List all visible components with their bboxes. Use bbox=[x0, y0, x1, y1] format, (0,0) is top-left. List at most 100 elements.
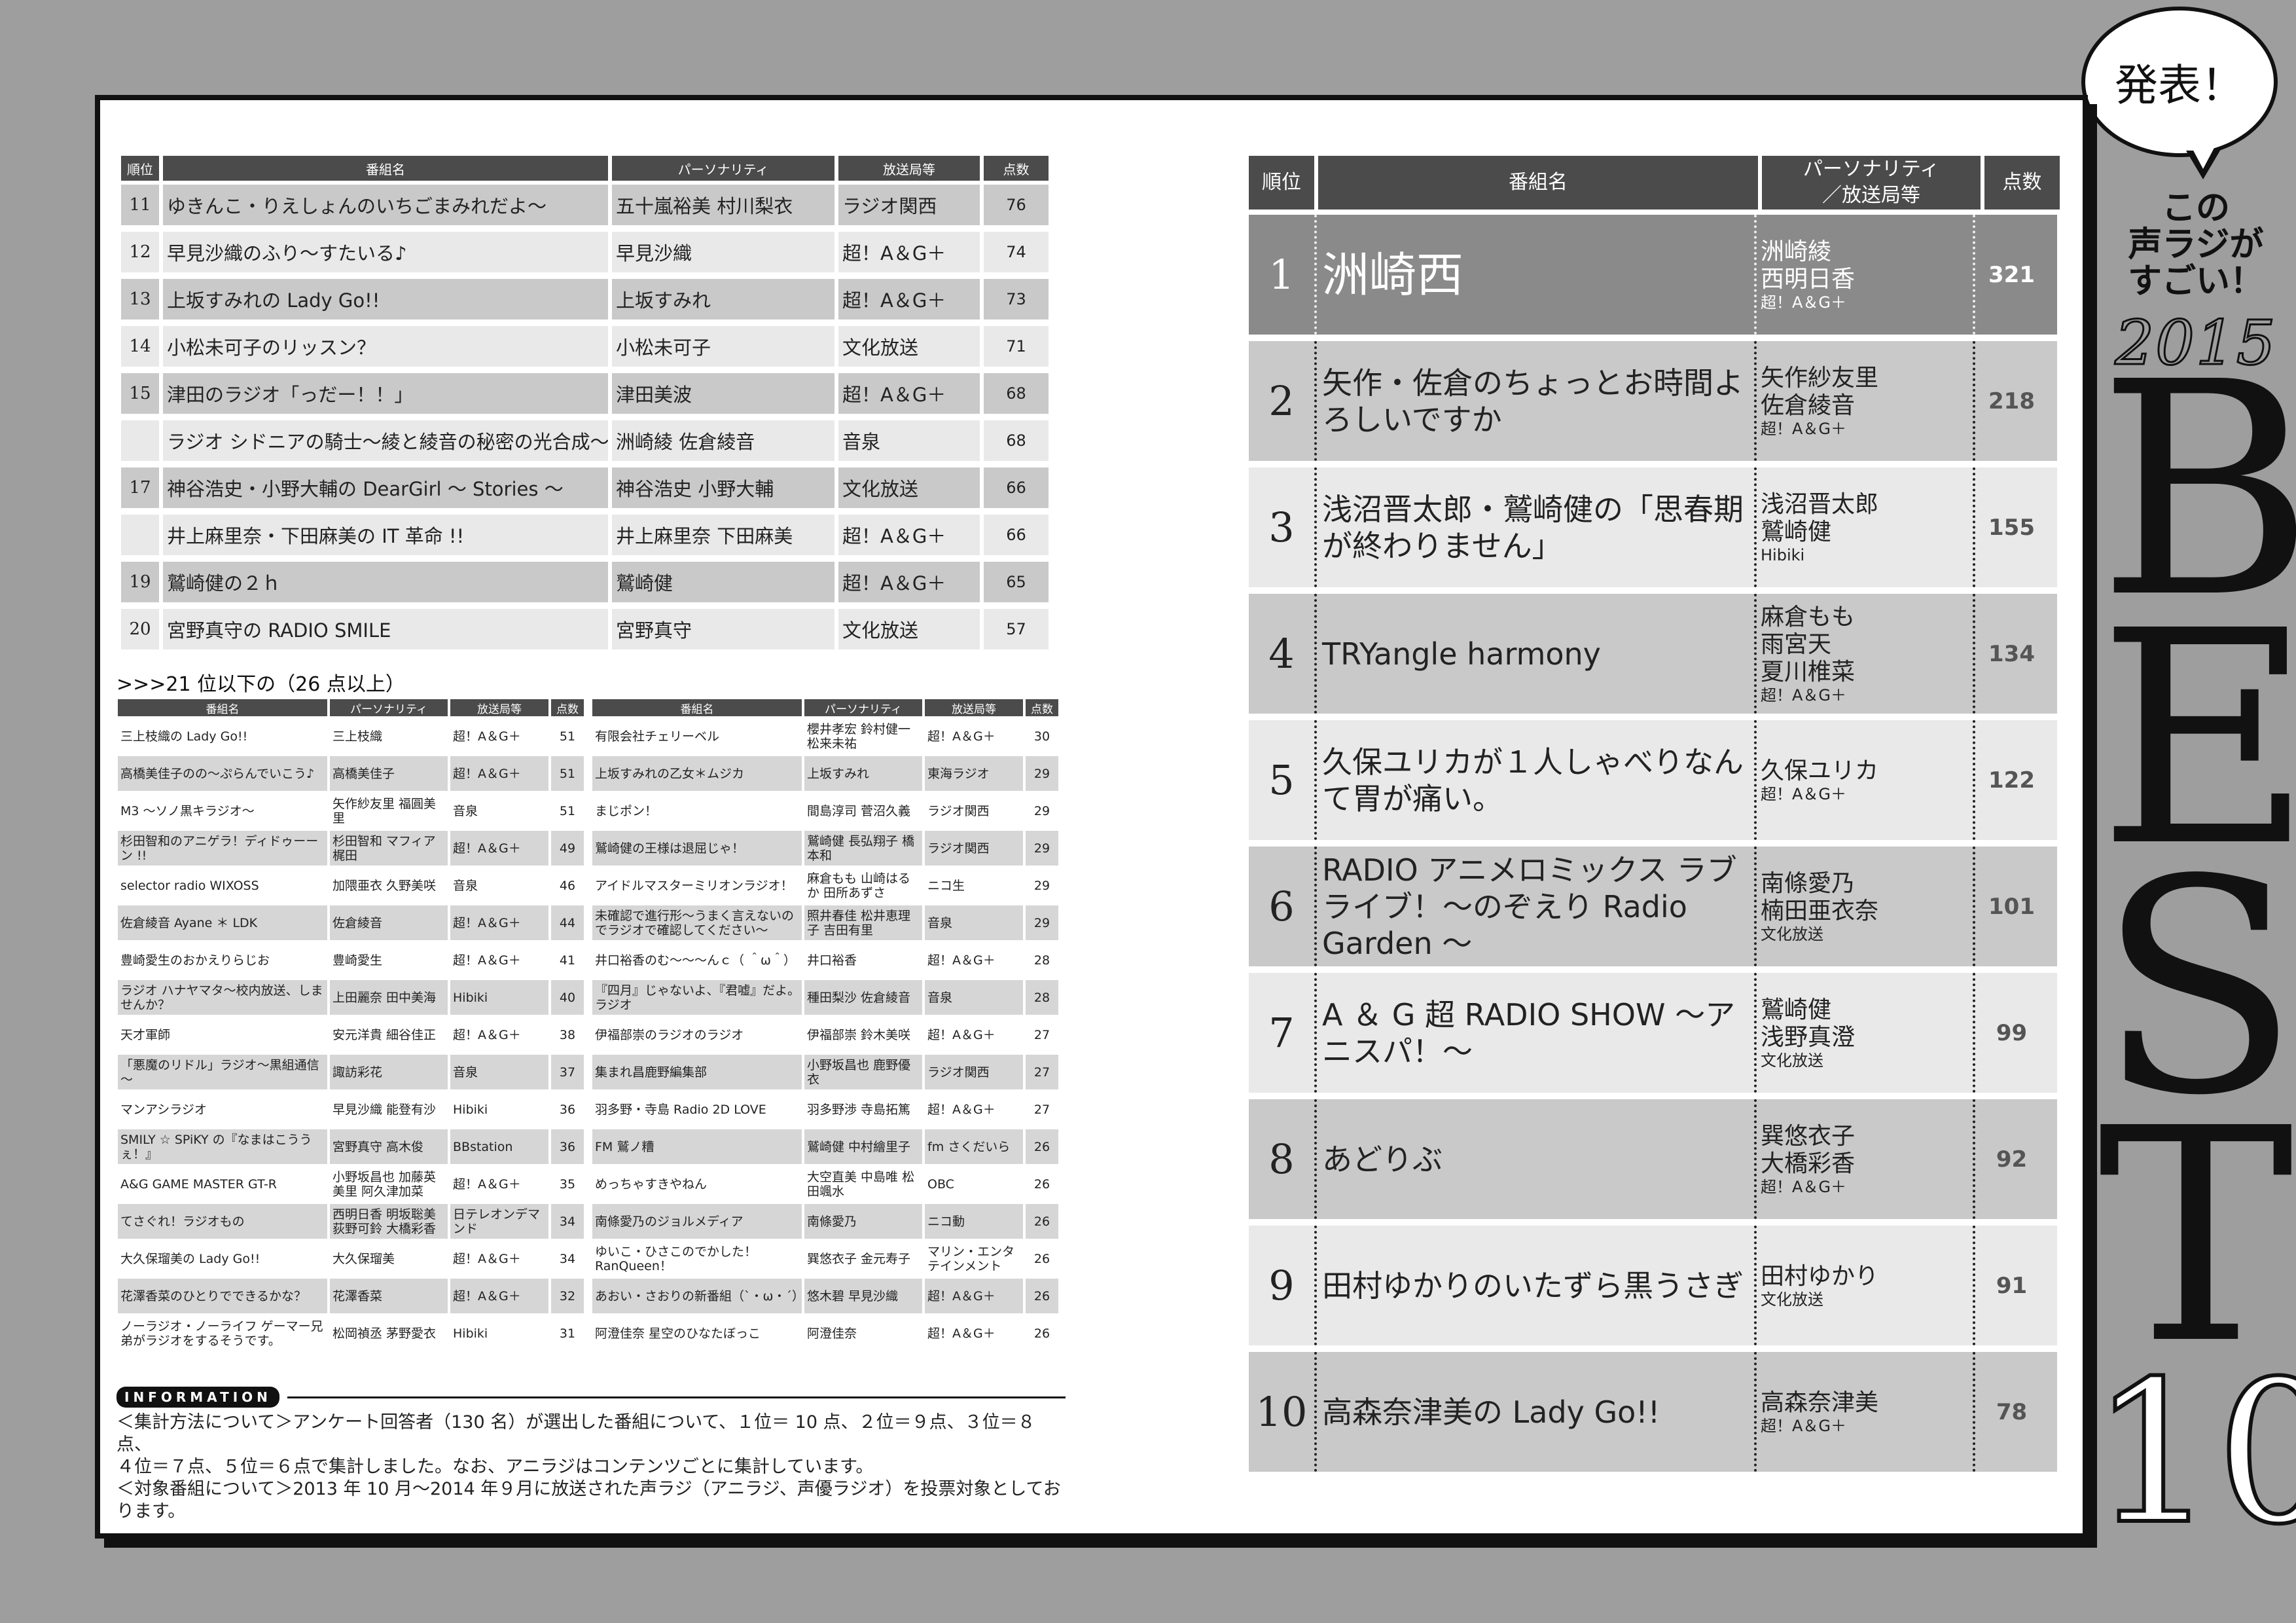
announcement-bubble: 発表！ bbox=[2081, 7, 2278, 157]
best10-personality-name: 西明日香 bbox=[1761, 265, 1856, 293]
row-station: 文化放送 bbox=[838, 326, 980, 367]
best10-station: 超！A＆G＋ bbox=[1761, 419, 1847, 438]
list-item: 花澤香菜のひとりでできるかな？ 花澤香菜 超！A＆G＋ 32 bbox=[118, 1279, 584, 1313]
item-name: 杉田智和のアニゲラ！ディドゥーーン !! bbox=[118, 831, 327, 866]
item-personality: 諏訪彩花 bbox=[330, 1055, 448, 1089]
best10-row: 1 洲崎西 洲崎綾 西明日香 超！A＆G＋ 321 bbox=[1249, 215, 2057, 335]
item-station: ラジオ関西 bbox=[925, 831, 1023, 866]
item-station: 超！A＆G＋ bbox=[925, 719, 1023, 754]
item-station: 超！A＆G＋ bbox=[450, 943, 548, 977]
row-station: 超！A＆G＋ bbox=[838, 515, 980, 555]
item-personality: 宮野真守 高木俊 bbox=[330, 1129, 448, 1164]
best10-personality-name: 夏川椎菜 bbox=[1761, 658, 1856, 685]
item-name: FM 鷲ノ糟 bbox=[592, 1129, 802, 1164]
header-personality-line: パーソナリティ bbox=[1803, 158, 1940, 181]
item-name: 鷲崎健の王様は退屈じゃ！ bbox=[592, 831, 802, 866]
small-table-right: 番組名 パーソナリティ 放送局等 点数 有限会社チェリーベル 櫻井孝宏 鈴村健一 … bbox=[592, 699, 1058, 1353]
list-item: A&G GAME MASTER GT-R 小野坂昌也 加藤英美里 阿久津加菜 超！A… bbox=[118, 1167, 584, 1201]
header-station: 放送局等 bbox=[838, 156, 980, 181]
table-row: 13 上坂すみれの Lady Go!! 上坂すみれ 超！A＆G＋ 73 bbox=[121, 279, 1049, 319]
bubble-tail bbox=[2186, 147, 2220, 179]
item-name: 豊崎愛生のおかえりらじお bbox=[118, 943, 327, 977]
list-item: 大久保瑠美の Lady Go!! 大久保瑠美 超！A＆G＋ 34 bbox=[118, 1241, 584, 1276]
item-station: fm さくだいら bbox=[925, 1129, 1023, 1164]
item-name: 阿澄佳奈 星空のひなたぼっこ bbox=[592, 1316, 802, 1351]
item-station: 超！A＆G＋ bbox=[925, 943, 1023, 977]
item-station: 日テレオンデマンド bbox=[450, 1204, 548, 1239]
item-name: SMILY ☆ SPiKY の『なまはこううぇ！』 bbox=[118, 1129, 327, 1164]
item-station: 音泉 bbox=[450, 1055, 548, 1089]
row-points: 66 bbox=[984, 467, 1049, 508]
item-name: M3 ～ソノ黒キラジオ～ bbox=[118, 793, 327, 828]
best10-rank: 8 bbox=[1268, 1135, 1295, 1183]
table-row: 井上麻里奈・下田麻美の IT 革命 !! 井上麻里奈 下田麻美 超！A＆G＋ 66 bbox=[121, 515, 1049, 555]
item-personality: 伊福部崇 鈴木美咲 bbox=[804, 1017, 922, 1052]
list-item: ノーラジオ・ノーライフ ゲーマー兄弟がラジオをするそうです。 松岡禎丞 茅野愛衣 H… bbox=[118, 1316, 584, 1351]
list-item: 井口裕香のむ～～～んｃ（ ＾ω＾） 井口裕香 超！A＆G＋ 28 bbox=[592, 943, 1058, 977]
header-rank: 順位 bbox=[121, 156, 159, 181]
item-personality: 南條愛乃 bbox=[804, 1204, 922, 1239]
list-item: 杉田智和のアニゲラ！ディドゥーーン !! 杉田智和 マフィア梶田 超！A＆G＋ 49 bbox=[118, 831, 584, 866]
item-station: 超！A＆G＋ bbox=[925, 1316, 1023, 1351]
best10-personality-name: 高森奈津美 bbox=[1761, 1389, 1879, 1416]
best10-rank: 7 bbox=[1268, 1009, 1295, 1057]
item-points: 26 bbox=[1026, 1241, 1058, 1276]
item-name: 佐倉綾音 Ayane ＊ LDK bbox=[118, 905, 327, 940]
list-item: 未確認で進行形～うまく言えないのでラジオで確認してください～ 照井春佳 松井恵理子… bbox=[592, 905, 1058, 940]
table-row: 12 早見沙織のふり～すたいる♪ 早見沙織 超！A＆G＋ 74 bbox=[121, 232, 1049, 272]
information-line: ＜対象番組について＞2013 年 10 月～2014 年９月に放送された声ラジ（… bbox=[117, 1479, 1061, 1522]
list-item: 豊崎愛生のおかえりらじお 豊崎愛生 超！A＆G＋ 41 bbox=[118, 943, 584, 977]
best10-personality: 巽悠衣子 大橋彩香 超！A＆G＋ bbox=[1754, 1099, 1973, 1219]
item-name: 天才軍師 bbox=[118, 1017, 327, 1052]
list-item: マンアシラジオ 早見沙織 能登有沙 Hibiki 36 bbox=[118, 1092, 584, 1127]
item-name: 『四月』じゃないよ、『君嘘』だよ。ラジオ bbox=[592, 980, 802, 1015]
item-name: 高橋美佳子のの～ぷらんでいこう♪ bbox=[118, 756, 327, 791]
row-name: ラジオ シドニアの騎士～綾と綾音の秘密の光合成～ bbox=[163, 420, 608, 461]
best10-row: 7A ＆ G 超 RADIO SHOW ～アニスパ！～ 鷲崎健 浅野真澄 文化放送 99 bbox=[1249, 973, 2057, 1093]
best10-rank: 3 bbox=[1268, 503, 1295, 551]
row-station: ラジオ関西 bbox=[838, 185, 980, 225]
row-points: 76 bbox=[984, 185, 1049, 225]
item-personality: 鷲崎健 中村繪里子 bbox=[804, 1129, 922, 1164]
best10-personality-name: 田村ゆかり bbox=[1761, 1262, 1879, 1290]
row-points: 74 bbox=[984, 232, 1049, 272]
item-station: 超！A＆G＋ bbox=[450, 719, 548, 754]
item-name: 「悪魔のリドル」ラジオ～黒組通信～ bbox=[118, 1055, 327, 1089]
item-name: まじポン！ bbox=[592, 793, 802, 828]
item-station: 超！A＆G＋ bbox=[450, 1279, 548, 1313]
table-row: 19 鷲崎健の２ｈ 鷲崎健 超！A＆G＋ 65 bbox=[121, 562, 1049, 602]
item-name: 有限会社チェリーベル bbox=[592, 719, 802, 754]
list-item: M3 ～ソノ黒キラジオ～ 矢作紗友里 福圓美里 音泉 51 bbox=[118, 793, 584, 828]
row-personality: 鷲崎健 bbox=[612, 562, 834, 602]
small-table-header: 番組名 パーソナリティ 放送局等 点数 bbox=[592, 699, 1058, 716]
list-item: ゆいこ・ひさこのでかした！RanQueen！ 巽悠衣子 金元寿子 マリン・エンタテイ… bbox=[592, 1241, 1058, 1276]
item-points: 26 bbox=[1026, 1204, 1058, 1239]
item-station: ラジオ関西 bbox=[925, 793, 1023, 828]
row-rank: 11 bbox=[121, 185, 159, 225]
table-header: 順位 番組名 パーソナリティ 放送局等 点数 bbox=[121, 156, 1049, 181]
best10-station: 超！A＆G＋ bbox=[1761, 293, 1847, 312]
item-points: 51 bbox=[551, 756, 584, 791]
best10-name: A ＆ G 超 RADIO SHOW ～アニスパ！～ bbox=[1314, 973, 1754, 1093]
item-points: 35 bbox=[551, 1167, 584, 1201]
item-personality: 三上枝織 bbox=[330, 719, 448, 754]
item-station: ニコ動 bbox=[925, 1204, 1023, 1239]
item-name: 大久保瑠美の Lady Go!! bbox=[118, 1241, 327, 1276]
item-points: 46 bbox=[551, 868, 584, 903]
header-name: 番組名 bbox=[1318, 156, 1758, 210]
item-personality: 松岡禎丞 茅野愛衣 bbox=[330, 1316, 448, 1351]
best10-body: 1 洲崎西 洲崎綾 西明日香 超！A＆G＋ 321 2 矢作・佐倉のちょっとお時間よろしいです… bbox=[1249, 215, 2057, 1472]
information-badge: INFORMATION bbox=[117, 1387, 279, 1408]
best10-row: 10 高森奈津美の Lady Go!! 高森奈津美 超！A＆G＋ 78 bbox=[1249, 1352, 2057, 1472]
item-station: 超！A＆G＋ bbox=[925, 1017, 1023, 1052]
item-name: あおい・さおりの新番組（`・ω・´） bbox=[592, 1279, 802, 1313]
item-personality: 豊崎愛生 bbox=[330, 943, 448, 977]
item-personality: 加隈亜衣 久野美咲 bbox=[330, 868, 448, 903]
item-points: 40 bbox=[551, 980, 584, 1015]
item-station: OBC bbox=[925, 1167, 1023, 1201]
item-name: 羽多野・寺島 Radio 2D LOVE bbox=[592, 1092, 802, 1127]
item-points: 26 bbox=[1026, 1167, 1058, 1201]
row-station: 文化放送 bbox=[838, 609, 980, 649]
item-station: Hibiki bbox=[450, 1316, 548, 1351]
item-points: 28 bbox=[1026, 980, 1058, 1015]
